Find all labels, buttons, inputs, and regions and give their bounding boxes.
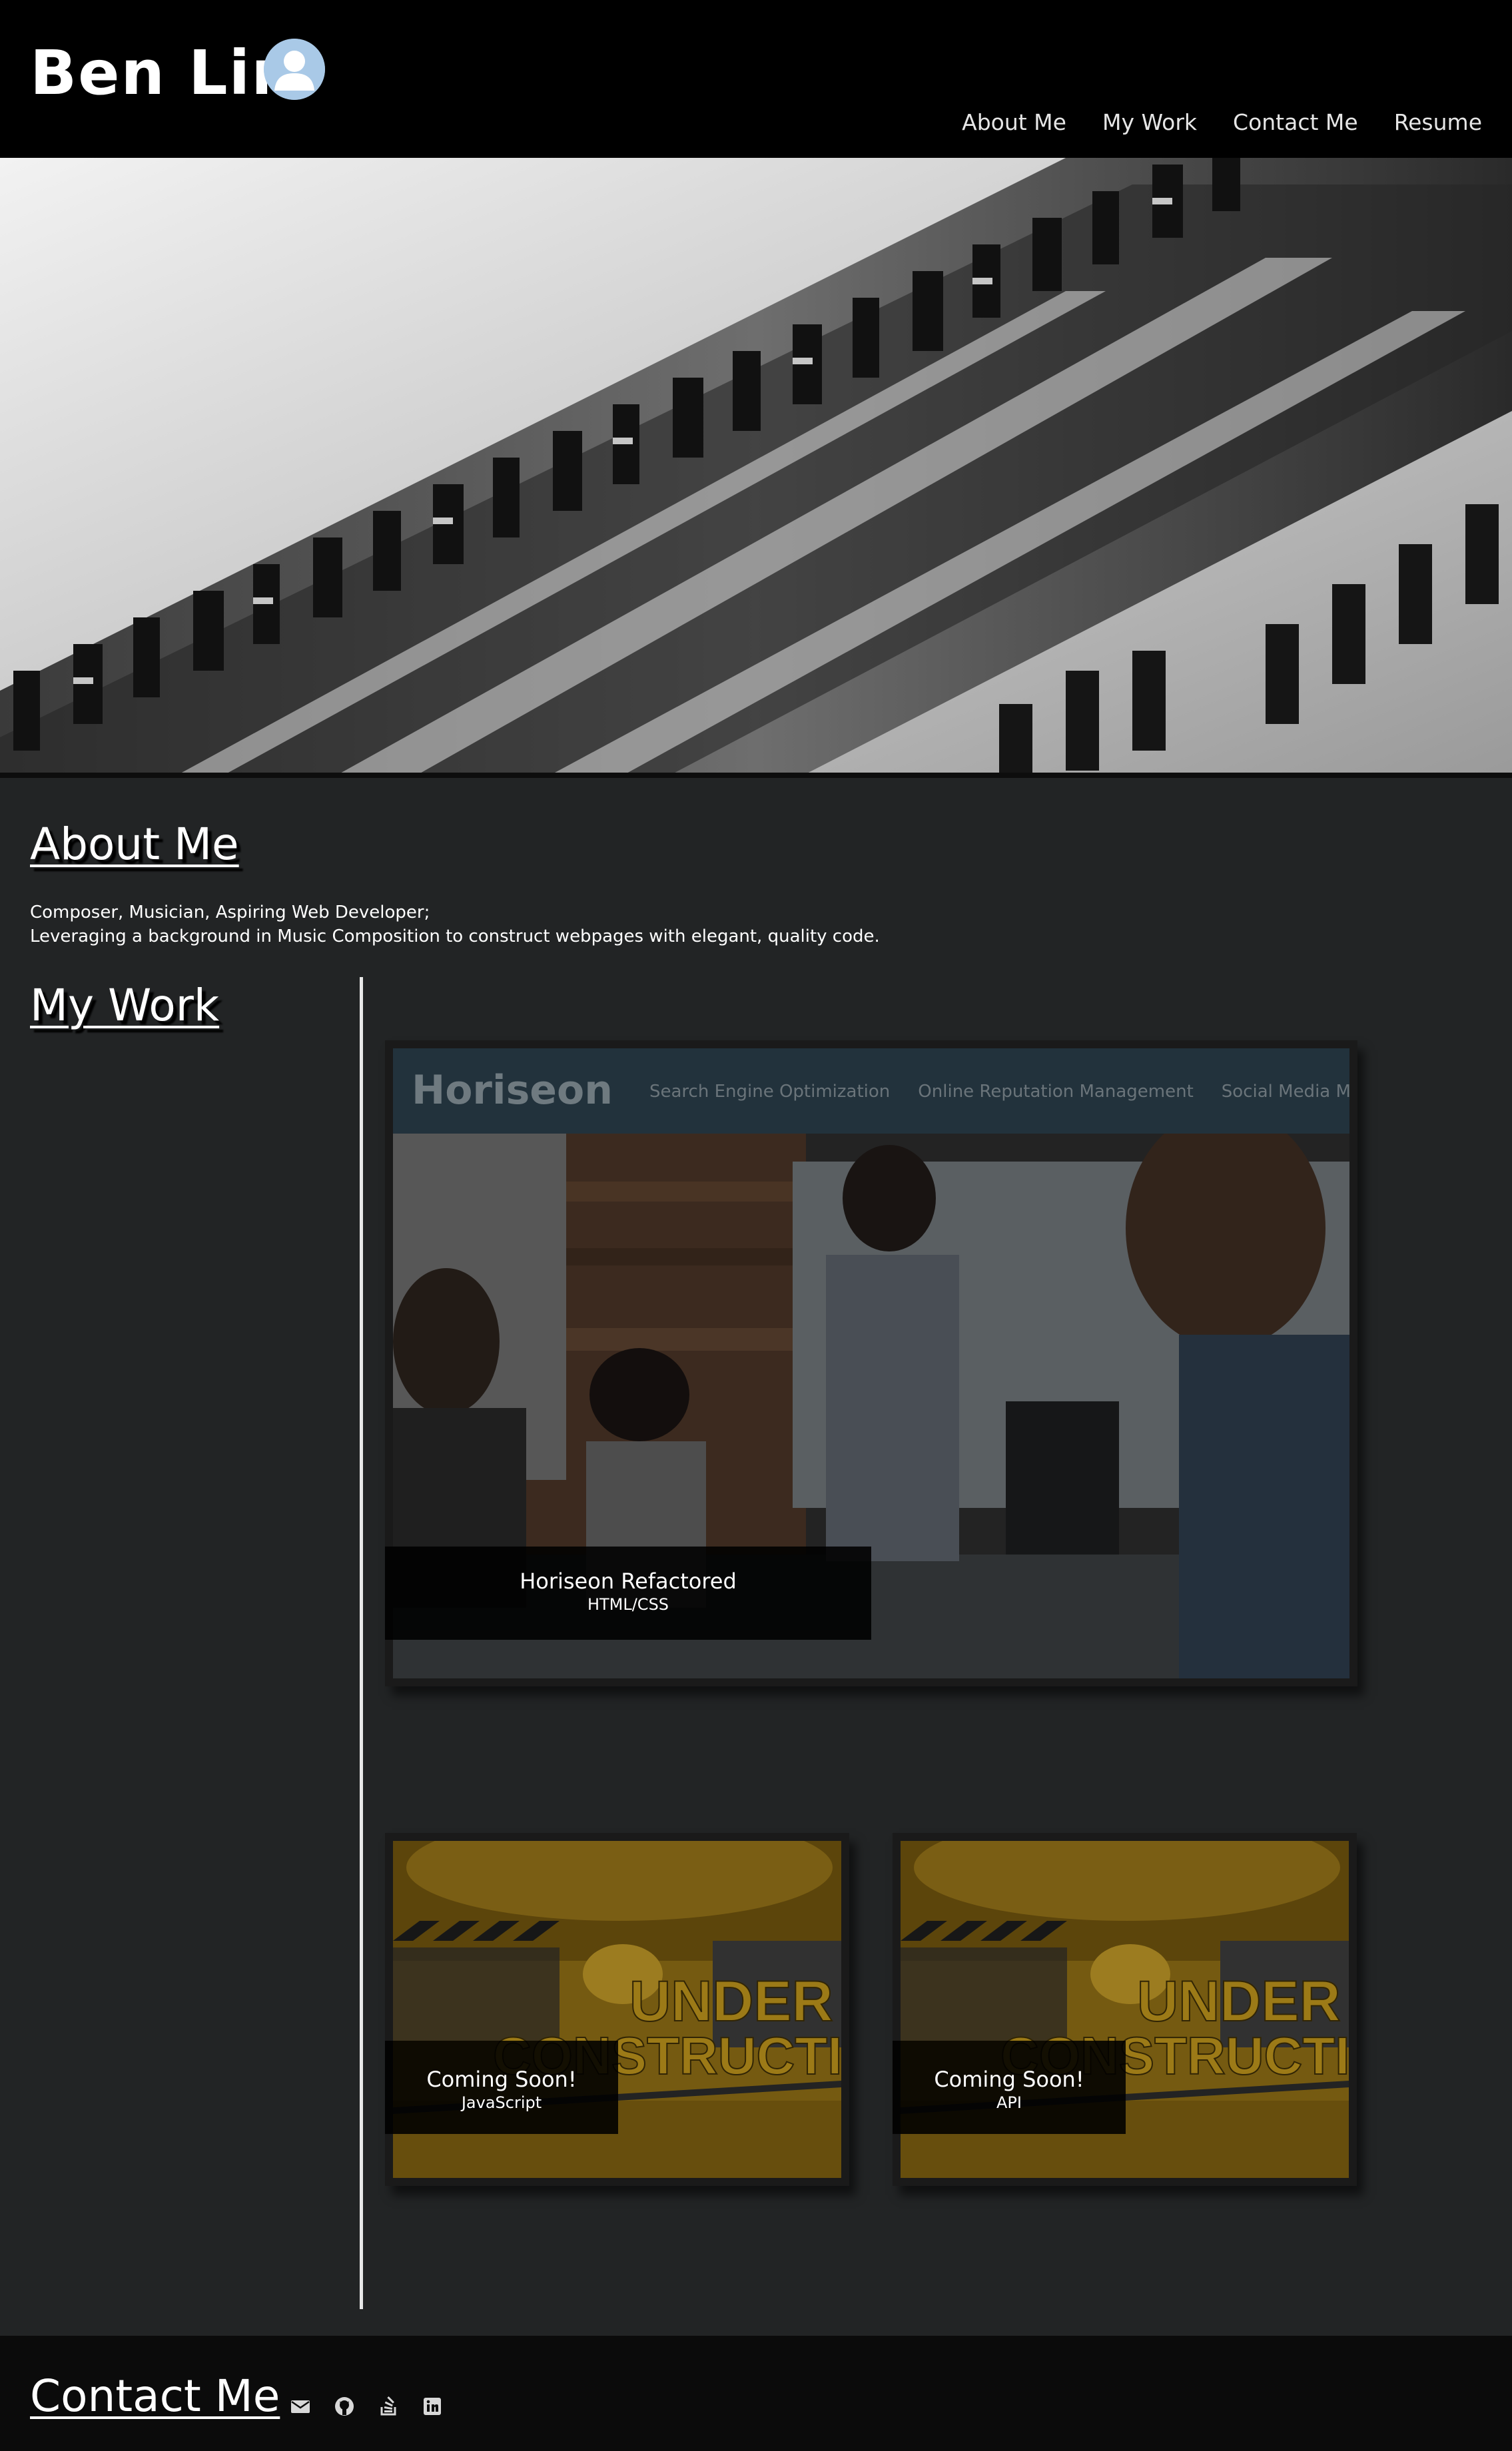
about-text: Composer, Musician, Aspiring Web Develop… xyxy=(30,900,880,948)
section-divider xyxy=(360,977,363,2309)
stack-overflow-icon[interactable] xyxy=(378,2396,398,2416)
project-caption: Horiseon Refactored HTML/CSS xyxy=(385,1547,871,1640)
horiseon-nav-item: Social Media Marketing xyxy=(1221,1082,1349,1102)
project-caption: Coming Soon! JavaScript xyxy=(385,2041,618,2134)
project-title: Coming Soon! xyxy=(934,2067,1084,2092)
nav-my-work[interactable]: My Work xyxy=(1102,108,1197,137)
about-heading: About Me xyxy=(30,819,239,870)
hero-image xyxy=(0,158,1512,777)
about-line-1: Composer, Musician, Aspiring Web Develop… xyxy=(30,902,430,922)
about-line-2: Leveraging a background in Music Composi… xyxy=(30,926,880,946)
main-nav: About Me My Work Contact Me Resume xyxy=(926,108,1482,137)
nav-contact-me[interactable]: Contact Me xyxy=(1233,108,1358,137)
project-card-horiseon[interactable]: Horiseon Search Engine Optimization Onli… xyxy=(385,1040,1357,1686)
nav-resume[interactable]: Resume xyxy=(1394,108,1482,137)
hero-divider xyxy=(0,773,1512,778)
github-icon[interactable] xyxy=(334,2396,354,2416)
horiseon-logo: Horiseon xyxy=(412,1067,613,1114)
horiseon-nav-item: Search Engine Optimization xyxy=(649,1082,891,1102)
site-header: Ben Lin About Me My Work Contact Me Resu… xyxy=(0,0,1512,158)
project-subtitle: JavaScript xyxy=(461,2093,542,2112)
horiseon-nav-item: Online Reputation Management xyxy=(918,1082,1194,1102)
project-card-api[interactable]: UNDER CONSTRUCTION Coming Soon! API xyxy=(893,1833,1357,2186)
my-work-heading: My Work xyxy=(30,980,220,1031)
horiseon-nav: Search Engine Optimization Online Reputa… xyxy=(649,1082,1349,1102)
linkedin-icon[interactable] xyxy=(422,2396,442,2416)
project-card-javascript[interactable]: UNDER CONSTRUCTION Coming Soon! JavaScri… xyxy=(385,1833,849,2186)
project-subtitle: API xyxy=(996,2093,1022,2112)
project-title: Horiseon Refactored xyxy=(520,1569,737,1594)
nav-about-me[interactable]: About Me xyxy=(962,108,1066,137)
project-caption: Coming Soon! API xyxy=(893,2041,1126,2134)
project-subtitle: HTML/CSS xyxy=(587,1595,669,1614)
email-icon[interactable] xyxy=(290,2396,310,2416)
contact-icons xyxy=(290,2396,442,2416)
project-title: Coming Soon! xyxy=(426,2067,577,2092)
avatar-icon xyxy=(264,39,325,100)
site-name: Ben Lin xyxy=(30,37,296,109)
contact-heading: Contact Me xyxy=(30,2370,280,2422)
